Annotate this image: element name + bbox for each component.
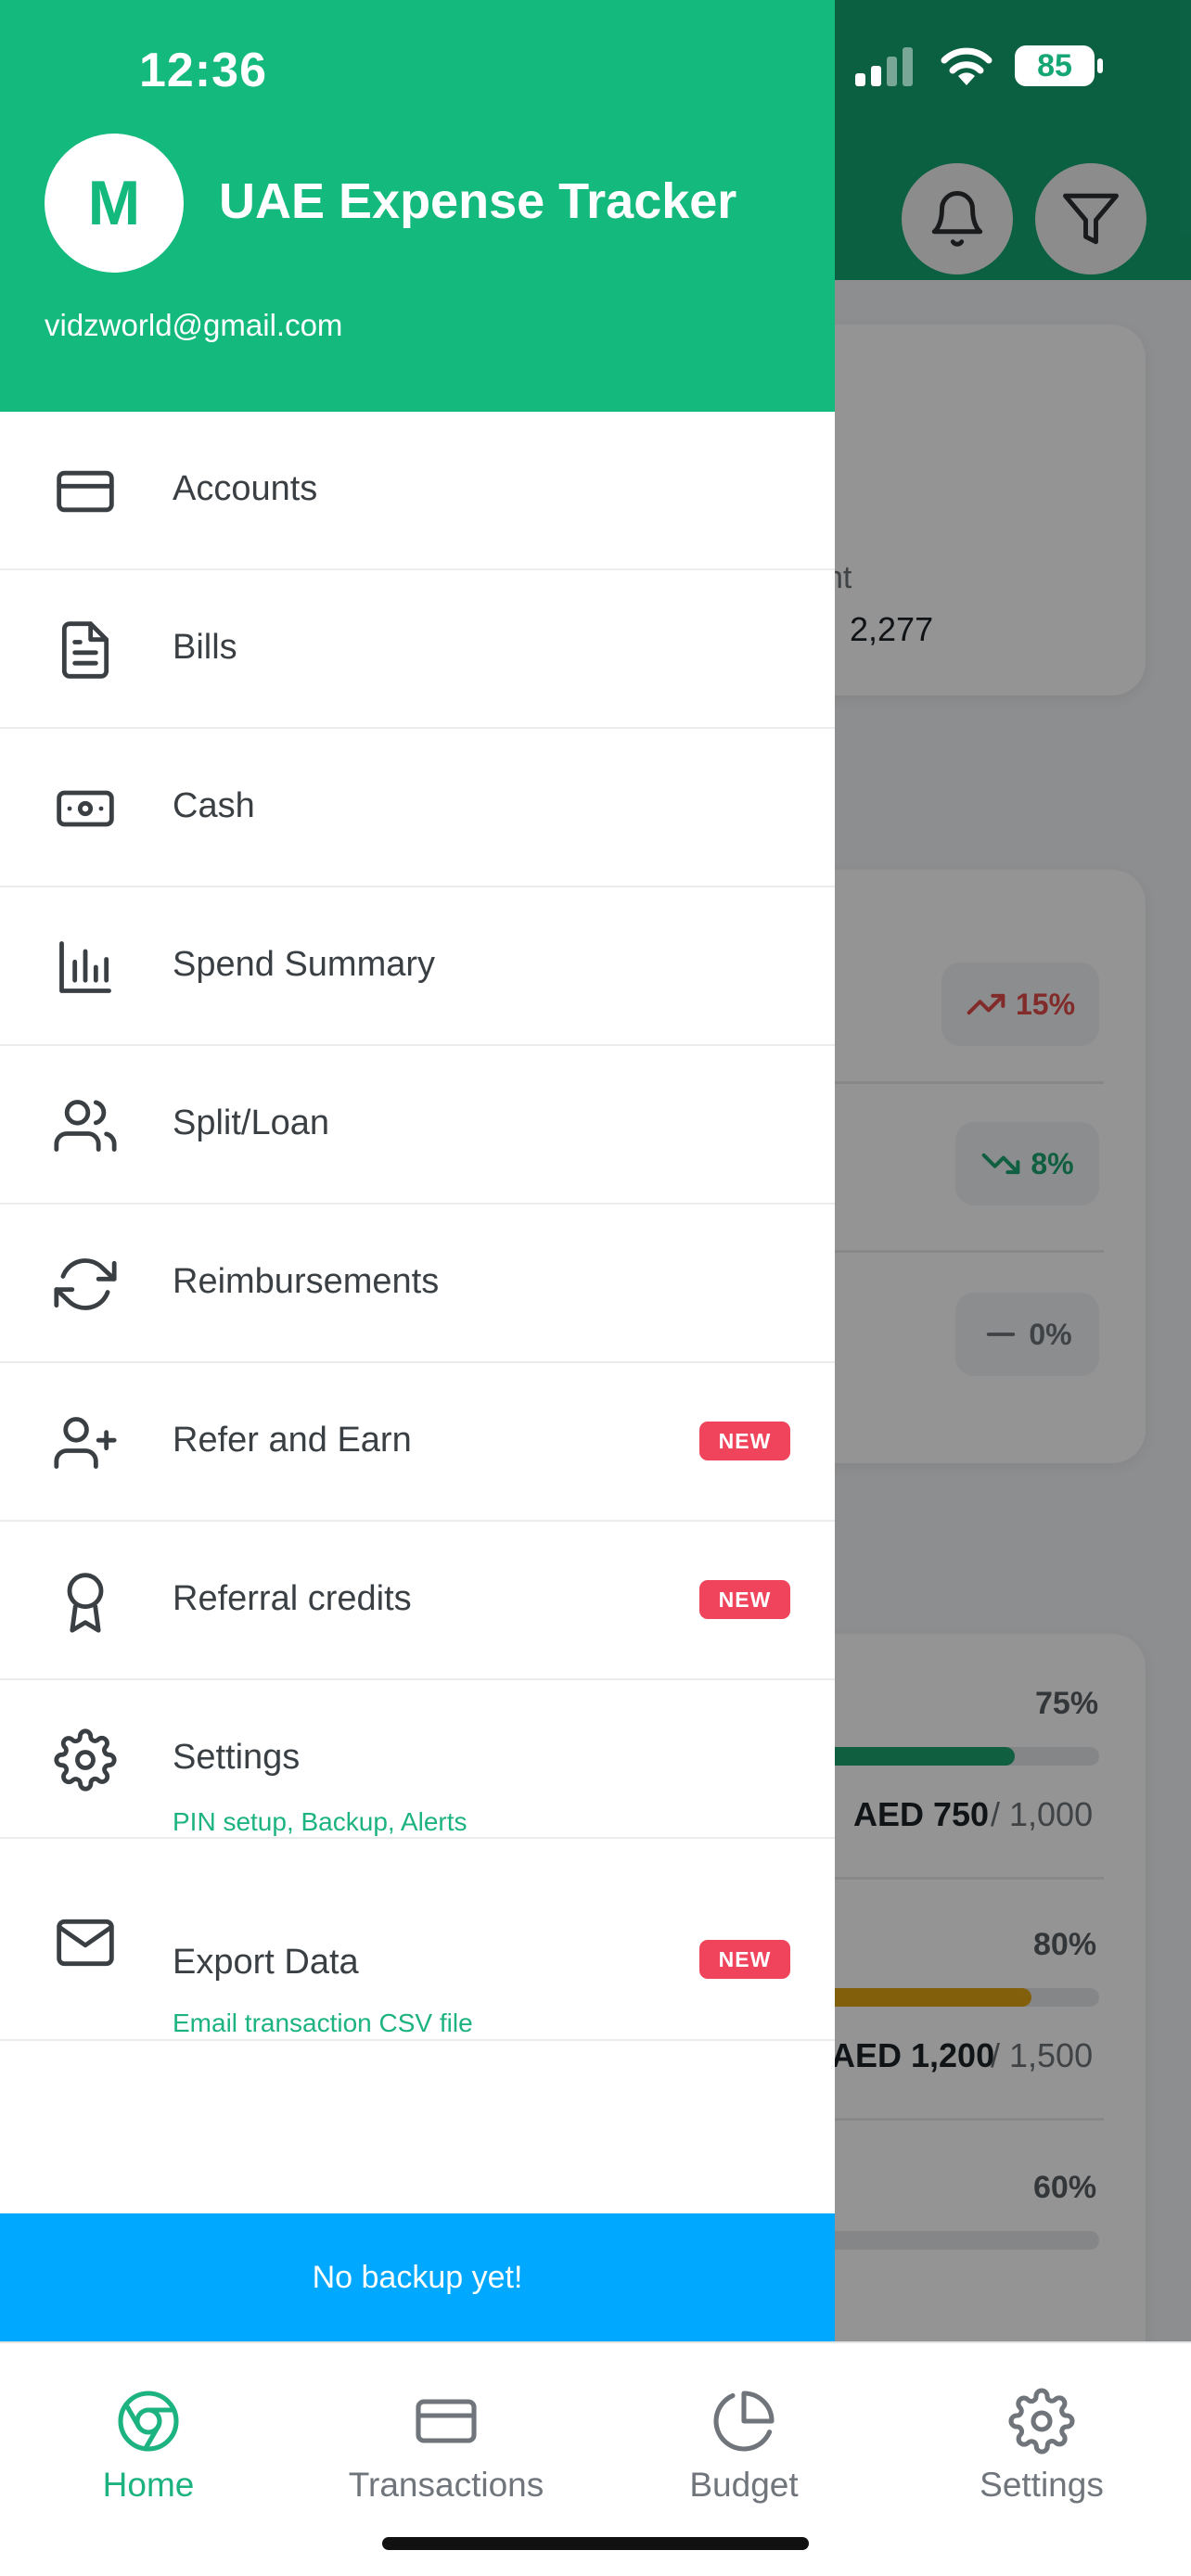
menu-label: Export Data bbox=[173, 1943, 359, 1982]
menu-item-refer-and-earn[interactable]: Refer and Earn NEW bbox=[0, 1363, 835, 1522]
cash-icon bbox=[52, 775, 119, 842]
avatar[interactable]: M bbox=[45, 134, 184, 273]
tab-home[interactable]: Home bbox=[0, 2388, 297, 2505]
tab-budget[interactable]: Budget bbox=[596, 2388, 892, 2505]
menu-item-accounts[interactable]: Accounts bbox=[0, 412, 835, 570]
bar-chart-icon bbox=[52, 934, 119, 1001]
users-icon bbox=[52, 1092, 119, 1159]
gear-icon bbox=[1008, 2388, 1075, 2455]
pie-chart-icon bbox=[713, 2391, 775, 2452]
gear-icon bbox=[52, 1727, 119, 1793]
document-icon bbox=[52, 617, 119, 683]
tab-settings[interactable]: Settings bbox=[893, 2388, 1190, 2505]
menu-item-export-data[interactable]: Export Data NEW Email transaction CSV fi… bbox=[0, 1839, 835, 2041]
menu-item-referral-credits[interactable]: Referral credits NEW bbox=[0, 1522, 835, 1680]
menu-sublabel: PIN setup, Backup, Alerts bbox=[173, 1807, 467, 1836]
award-icon bbox=[52, 1568, 119, 1635]
menu-label: Refer and Earn bbox=[173, 1421, 412, 1460]
tab-label: Settings bbox=[980, 2466, 1104, 2504]
navigation-drawer: M UAE Expense Tracker vidzworld@gmail.co… bbox=[0, 0, 835, 2341]
backup-status-bar[interactable]: No backup yet! bbox=[0, 2213, 835, 2341]
menu-item-reimbursements[interactable]: Reimbursements bbox=[0, 1205, 835, 1363]
tab-label: Home bbox=[102, 2466, 195, 2504]
menu-label: Accounts bbox=[173, 469, 318, 508]
refresh-icon bbox=[52, 1251, 119, 1318]
user-plus-icon bbox=[52, 1409, 119, 1476]
drawer-header: M UAE Expense Tracker vidzworld@gmail.co… bbox=[0, 0, 835, 412]
home-indicator bbox=[382, 2537, 809, 2550]
tab-label: Transactions bbox=[348, 2466, 544, 2504]
user-email: vidzworld@gmail.com bbox=[45, 308, 343, 342]
tab-label: Budget bbox=[689, 2466, 799, 2504]
menu-label: Settings bbox=[173, 1738, 301, 1777]
menu-item-bills[interactable]: Bills bbox=[0, 570, 835, 729]
menu-sublabel: Email transaction CSV file bbox=[173, 2009, 473, 2037]
status-icons: 85 bbox=[853, 45, 1103, 87]
menu-label: Split/Loan bbox=[173, 1103, 330, 1142]
menu-item-settings[interactable]: Settings PIN setup, Backup, Alerts bbox=[0, 1680, 835, 1839]
new-badge: NEW bbox=[699, 1940, 790, 1979]
cellular-signal-icon bbox=[855, 47, 913, 86]
mail-icon bbox=[52, 1909, 119, 1976]
wifi-icon bbox=[941, 47, 992, 85]
menu-label: Spend Summary bbox=[173, 945, 436, 984]
menu-label: Reimbursements bbox=[173, 1262, 440, 1301]
status-time: 12:36 bbox=[139, 44, 267, 97]
menu-label: Cash bbox=[173, 786, 255, 825]
menu-label: Bills bbox=[173, 628, 237, 667]
menu-label: Referral credits bbox=[173, 1579, 412, 1618]
menu-item-cash[interactable]: Cash bbox=[0, 729, 835, 887]
credit-card-icon bbox=[52, 458, 119, 525]
credit-card-icon bbox=[416, 2399, 477, 2443]
new-badge: NEW bbox=[699, 1580, 790, 1619]
menu-item-spend-summary[interactable]: Spend Summary bbox=[0, 887, 835, 1046]
app-title: UAE Expense Tracker bbox=[219, 173, 737, 229]
home-aperture-icon bbox=[118, 2391, 179, 2452]
tab-transactions[interactable]: Transactions bbox=[298, 2388, 595, 2505]
menu-item-split-loan[interactable]: Split/Loan bbox=[0, 1046, 835, 1205]
new-badge: NEW bbox=[699, 1422, 790, 1460]
battery-indicator: 85 bbox=[1015, 45, 1103, 86]
